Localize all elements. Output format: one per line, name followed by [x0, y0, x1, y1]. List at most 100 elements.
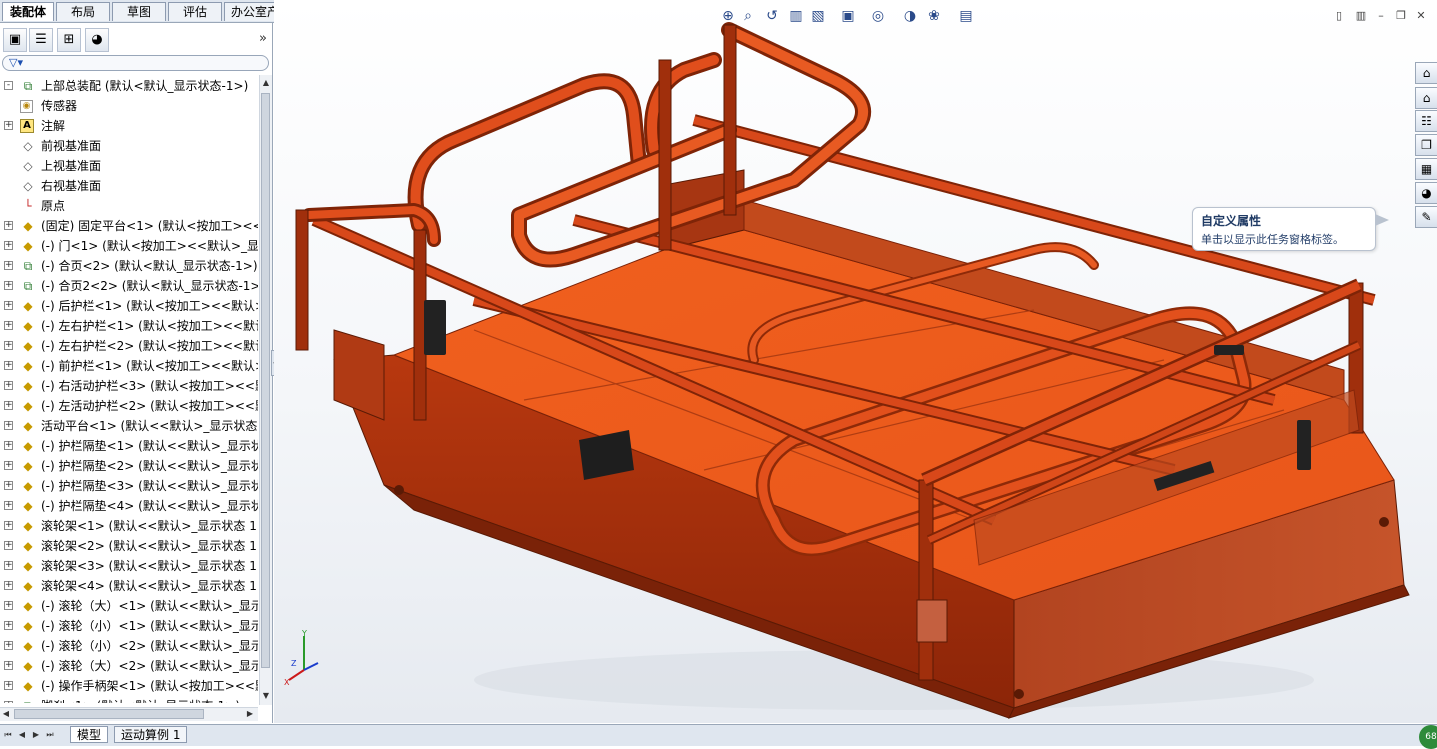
tree-item[interactable]: ◇ 右视基准面 [0, 176, 258, 196]
expand-icon[interactable]: + [4, 261, 13, 270]
last-tab-icon[interactable]: ⏭ [44, 728, 56, 742]
tree-item[interactable]: + ◆ (固定) 固定平台<1> (默认<按加工><<默认 [0, 216, 258, 236]
tab-layout[interactable]: 布局 [56, 2, 110, 21]
expand-icon[interactable]: + [4, 541, 13, 550]
expand-icon[interactable]: + [4, 221, 13, 230]
expand-icon[interactable]: + [4, 121, 13, 130]
first-tab-icon[interactable]: ⏮ [2, 728, 14, 742]
tab-assembly[interactable]: 装配体 [2, 2, 54, 21]
bed-frame-3d-model[interactable] [274, 0, 1437, 723]
tree-item[interactable]: + ⧉ (-) 合页2<2> (默认<默认_显示状态-1>) [0, 276, 258, 296]
tab-model[interactable]: 模型 [70, 726, 109, 743]
expand-icon[interactable]: + [4, 601, 13, 610]
tree-item[interactable]: + ◆ 滚轮架<1> (默认<<默认>_显示状态 1> [0, 516, 258, 536]
tree-item-label: (-) 右活动护栏<3> (默认<按加工><<默 [41, 379, 258, 393]
expand-icon[interactable]: + [4, 701, 13, 703]
tab-motion-study-1[interactable]: 运动算例 1 [114, 726, 188, 743]
custom-properties-icon[interactable]: ✎ [1415, 206, 1437, 228]
tree-item[interactable]: + ◆ (-) 前护栏<1> (默认<按加工><<默认> [0, 356, 258, 376]
view-palette-icon[interactable]: ▦ [1415, 158, 1437, 180]
file-explorer-icon[interactable]: ❐ [1415, 134, 1437, 156]
scroll-left-icon[interactable]: ◀ [0, 708, 12, 720]
tree-item[interactable]: + ◆ (-) 滚轮（小）<2> (默认<<默认>_显示 [0, 636, 258, 656]
filter-icon[interactable]: ▽▾ [9, 56, 23, 69]
part-icon: ◆ [23, 459, 33, 473]
tab-evaluate[interactable]: 评估 [168, 2, 222, 21]
expand-icon[interactable]: + [4, 381, 13, 390]
expand-icon[interactable]: + [4, 561, 13, 570]
expand-icon[interactable]: + [4, 681, 13, 690]
expand-icon[interactable]: + [4, 341, 13, 350]
expand-icon[interactable]: + [4, 281, 13, 290]
expand-icon[interactable]: + [4, 421, 13, 430]
expand-icon[interactable]: + [4, 521, 13, 530]
tree-item[interactable]: ◉ 传感器 [0, 96, 258, 116]
tree-item[interactable]: + ◆ (-) 护栏隔垫<4> (默认<<默认>_显示状 [0, 496, 258, 516]
expand-icon[interactable]: + [4, 461, 13, 470]
tree-item[interactable]: + ◆ (-) 右活动护栏<3> (默认<按加工><<默 [0, 376, 258, 396]
tree-item[interactable]: + ◆ 活动平台<1> (默认<<默认>_显示状态 [0, 416, 258, 436]
graphics-area[interactable]: ⊕ ⌕ ↺ ▥ ▧ ▣ ◎ ◑ ❀ ▤ ▯ ▥ – ❐ ✕ ⌂ ⌂ ☷ ❐ ▦ … [274, 0, 1437, 723]
tree-item[interactable]: + ◆ (-) 滚轮（小）<1> (默认<<默认>_显示 [0, 616, 258, 636]
tree-item[interactable]: + ◆ (-) 后护栏<1> (默认<按加工><<默认> [0, 296, 258, 316]
scroll-thumb[interactable] [261, 93, 270, 668]
next-tab-icon[interactable]: ▶ [30, 728, 42, 742]
tree-item[interactable]: + ◆ 滚轮架<4> (默认<<默认>_显示状态 1> [0, 576, 258, 596]
property-manager-tab-icon[interactable]: ☰ [29, 28, 53, 52]
scroll-right-icon[interactable]: ▶ [244, 708, 256, 720]
collapse-icon[interactable]: - [4, 81, 13, 90]
expand-icon[interactable]: + [4, 481, 13, 490]
tree-item[interactable]: + ◆ (-) 护栏隔垫<2> (默认<<默认>_显示状 [0, 456, 258, 476]
scroll-up-icon[interactable]: ▲ [261, 77, 271, 89]
expand-icon[interactable]: + [4, 641, 13, 650]
tree-item[interactable]: + ◆ 滚轮架<2> (默认<<默认>_显示状态 1> [0, 536, 258, 556]
prev-tab-icon[interactable]: ◀ [16, 728, 28, 742]
tree-item[interactable]: ◇ 上视基准面 [0, 156, 258, 176]
tree-item[interactable]: ◇ 前视基准面 [0, 136, 258, 156]
tree-horizontal-scrollbar[interactable]: ◀ ▶ [0, 707, 258, 721]
tree-item[interactable]: + ◆ 滚轮架<3> (默认<<默认>_显示状态 1> [0, 556, 258, 576]
tree-item[interactable]: + ⧉ (-) 合页<2> (默认<默认_显示状态-1>) [0, 256, 258, 276]
tree-item[interactable]: - ⧉ 上部总装配 (默认<默认_显示状态-1>) [0, 76, 258, 96]
tree-item[interactable]: + ◆ (-) 护栏隔垫<1> (默认<<默认>_显示状 [0, 436, 258, 456]
expand-icon[interactable]: + [4, 361, 13, 370]
part-icon: ◆ [23, 579, 33, 593]
tree-item[interactable]: └ 原点 [0, 196, 258, 216]
expand-icon[interactable]: + [4, 581, 13, 590]
expand-panel-icon[interactable]: » [259, 31, 267, 46]
tree-item[interactable]: + ◆ (-) 护栏隔垫<3> (默认<<默认>_显示状 [0, 476, 258, 496]
tree-item[interactable]: + ◆ (-) 滚轮（大）<2> (默认<<默认>_显示 [0, 656, 258, 676]
appearances-icon[interactable]: ◕ [1415, 182, 1437, 204]
expand-icon[interactable]: + [4, 661, 13, 670]
scroll-thumb[interactable] [14, 709, 204, 719]
tree-item[interactable]: + ◆ (-) 左右护栏<1> (默认<按加工><<默认 [0, 316, 258, 336]
feature-tree-tab-icon[interactable]: ▣ [3, 28, 27, 52]
tree-vertical-scrollbar[interactable]: ▲ ▼ [259, 75, 272, 705]
tree-item[interactable]: + ◆ (-) 滚轮（大）<1> (默认<<默认>_显示 [0, 596, 258, 616]
tree-item[interactable]: + A 注解 [0, 116, 258, 136]
tab-sketch[interactable]: 草图 [112, 2, 166, 21]
expand-icon[interactable]: + [4, 301, 13, 310]
tree-item-label: 滚轮架<1> (默认<<默认>_显示状态 1> [41, 519, 258, 533]
design-library-icon[interactable]: ☷ [1415, 110, 1437, 132]
tree-item[interactable]: + ⧉ 脚刹<1> (默认<默认_显示状态-1>) [0, 696, 258, 703]
tree-item[interactable]: + ◆ (-) 门<1> (默认<按加工><<默认>_显示 [0, 236, 258, 256]
expand-icon[interactable]: + [4, 401, 13, 410]
scroll-down-icon[interactable]: ▼ [261, 690, 271, 702]
display-manager-tab-icon[interactable]: ◕ [85, 28, 109, 52]
assembly-icon: ⧉ [23, 79, 33, 93]
home-icon[interactable]: ⌂ [1415, 87, 1437, 109]
expand-icon[interactable]: + [4, 621, 13, 630]
tree-item-label: 右视基准面 [41, 179, 102, 193]
expand-icon[interactable]: + [4, 241, 13, 250]
expand-icon[interactable]: + [4, 321, 13, 330]
expand-icon[interactable]: + [4, 501, 13, 510]
sensor-icon: ◉ [20, 100, 33, 113]
tree-item[interactable]: + ◆ (-) 左活动护栏<2> (默认<按加工><<默 [0, 396, 258, 416]
tree-item[interactable]: + ◆ (-) 左右护栏<2> (默认<按加工><<默认 [0, 336, 258, 356]
tree-filter-bar[interactable]: ▽▾ [2, 55, 269, 71]
solidworks-resources-icon[interactable]: ⌂ [1415, 62, 1437, 84]
expand-icon[interactable]: + [4, 441, 13, 450]
tree-item[interactable]: + ◆ (-) 操作手柄架<1> (默认<按加工><<默 [0, 676, 258, 696]
configuration-manager-tab-icon[interactable]: ⊞ [57, 28, 81, 52]
